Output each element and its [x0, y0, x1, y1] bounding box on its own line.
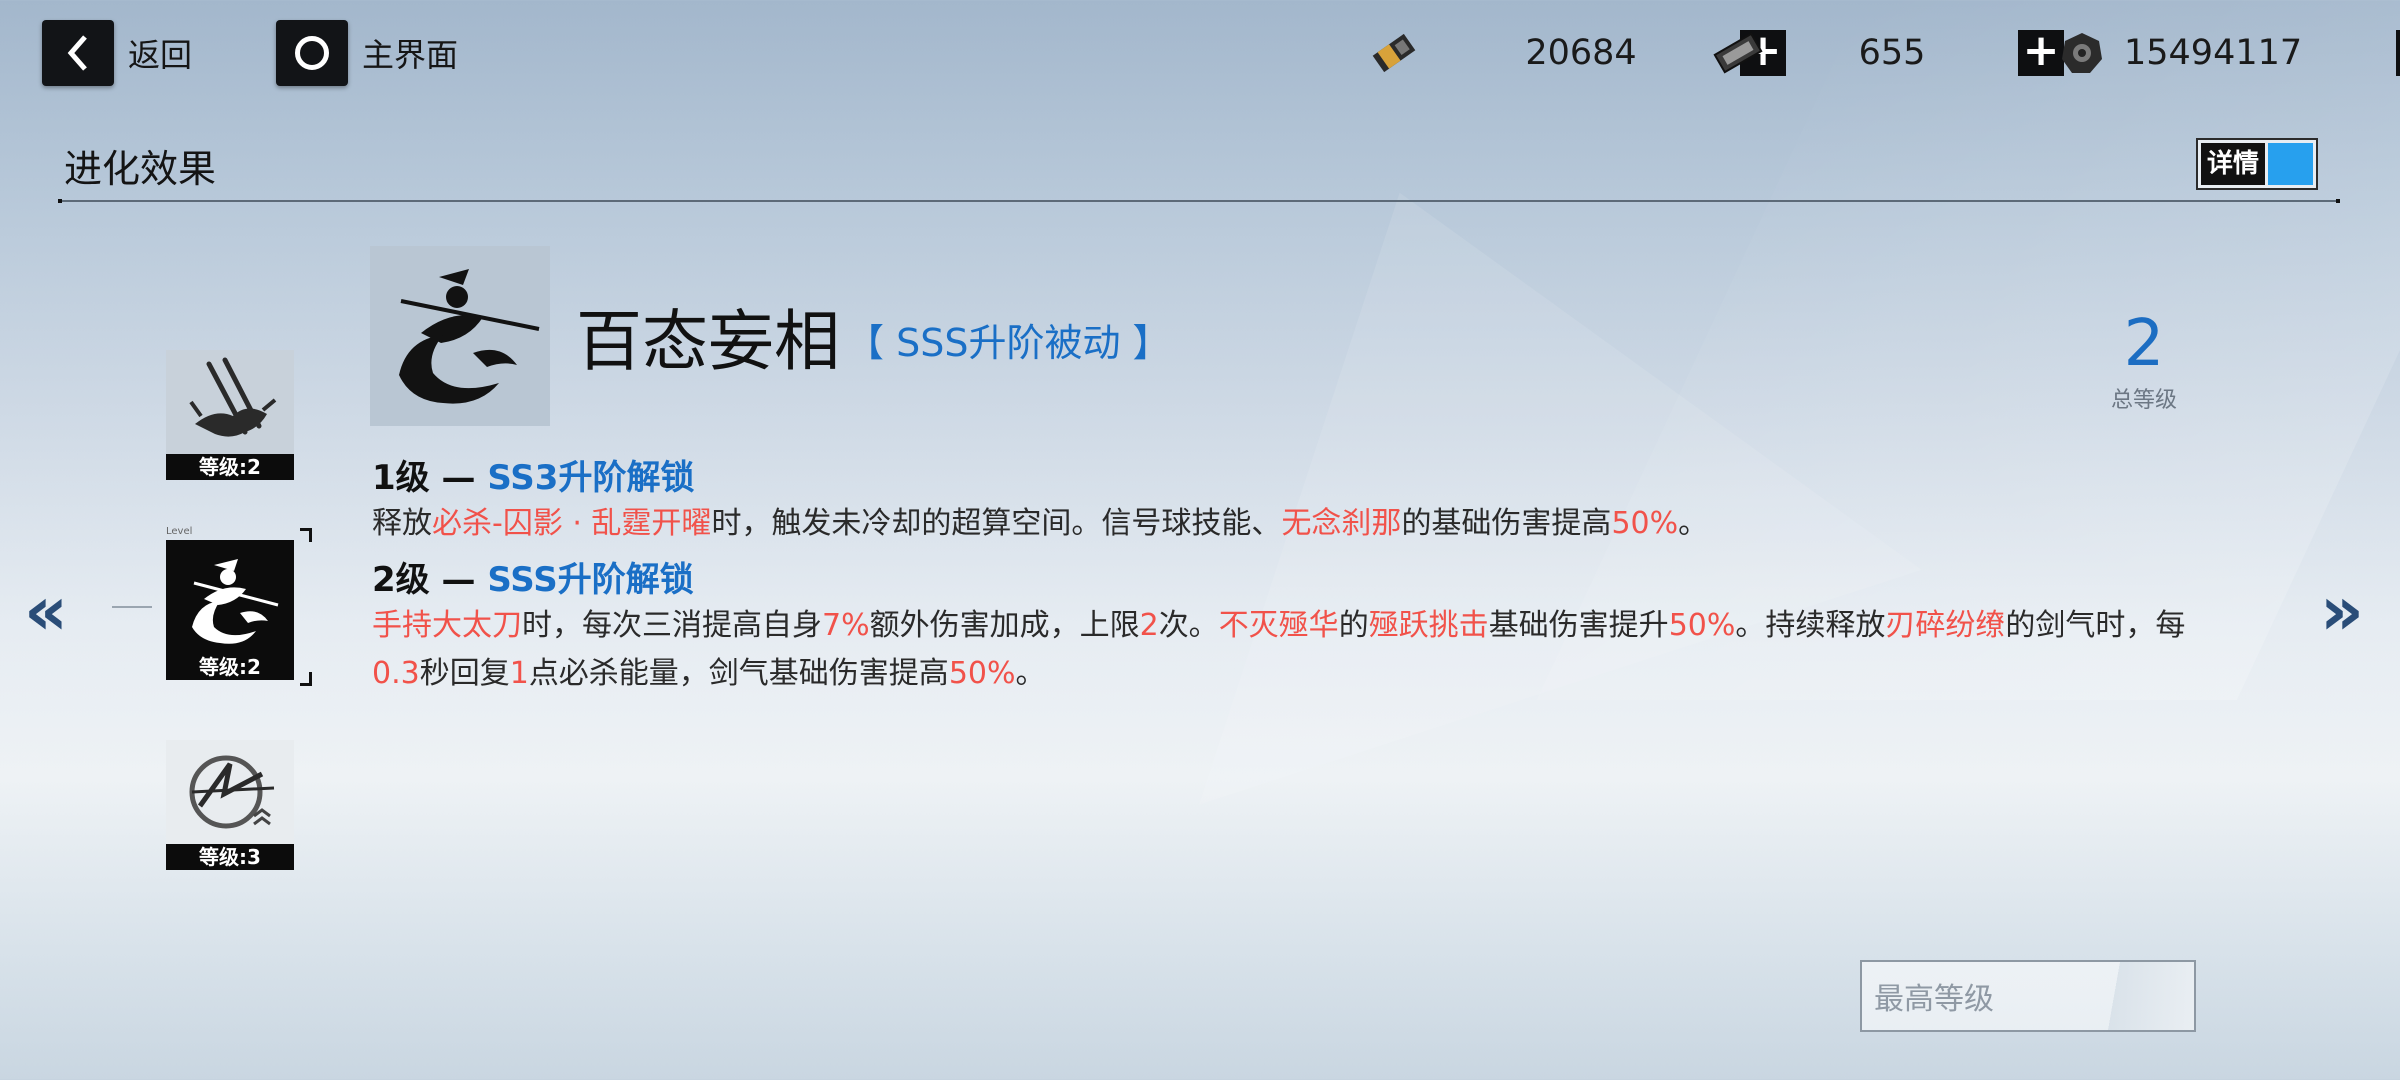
max-level-button[interactable]: 最高等级	[1860, 960, 2196, 1032]
swordsman-skill-icon	[166, 540, 294, 654]
level-heading-prefix: 2级 —	[372, 560, 488, 600]
desc-text: 的	[1338, 608, 1369, 643]
skill-name: 百态妄相	[576, 303, 840, 380]
desc-text: 。	[1015, 656, 1046, 691]
resource-value: 20684	[1525, 33, 1637, 73]
prev-skill-arrow-icon[interactable]: «	[24, 578, 68, 646]
desc-text: 基础伤害提升	[1488, 608, 1669, 643]
highlight-text: 不灭殛华	[1218, 608, 1339, 643]
detail-toggle-label: 详情	[2201, 143, 2266, 185]
selection-bracket	[300, 528, 312, 542]
back-button[interactable]: 返回	[42, 20, 192, 86]
resource-value: 655	[1858, 33, 1926, 73]
level-heading-unlock: SS3升阶解锁	[487, 458, 695, 498]
desc-text: 额外伤害加成，上限	[869, 608, 1140, 643]
skill-level-label: 等级:2	[166, 654, 294, 680]
highlight-text: 50%	[1668, 608, 1736, 643]
back-label: 返回	[128, 36, 193, 74]
swordsman-skill-icon-large	[370, 246, 550, 426]
desc-text: 点必杀能量，剑气基础伤害提高	[528, 656, 949, 691]
highlight-text: 必杀-囚影 · 乱霆开曜	[432, 506, 712, 541]
coin-icon	[2054, 25, 2110, 81]
highlight-text: 手持大太刀	[372, 608, 522, 643]
highlight-text: 50%	[1611, 506, 1679, 541]
resource-value: 15494117	[2124, 33, 2303, 73]
skill-level-label: 等级:3	[166, 844, 294, 870]
home-label: 主界面	[362, 36, 459, 74]
add-coin-button[interactable]: +	[2396, 30, 2400, 76]
total-level-label: 总等级	[2110, 388, 2177, 413]
total-level-value: 2	[2123, 307, 2165, 381]
selection-connector	[112, 606, 152, 608]
desc-text: 。持续释放	[1735, 608, 1886, 643]
desc-text: 的基础伤害提高	[1401, 506, 1612, 541]
background-shape	[1536, 0, 2400, 700]
selected-tag: Level	[166, 526, 193, 537]
next-skill-arrow-icon[interactable]: »	[2320, 578, 2364, 646]
resource-coin: 15494117 +	[2054, 22, 2400, 84]
highlight-text: 2	[1139, 608, 1159, 643]
toggle-indicator	[2268, 143, 2313, 185]
detail-toggle[interactable]: 详情	[2196, 138, 2318, 190]
skill-tag: 【 SSS升阶被动 】	[846, 321, 1171, 365]
section-title: 进化效果	[64, 147, 217, 191]
desc-text: 次。	[1158, 608, 1219, 643]
highlight-text: 50%	[948, 656, 1016, 691]
skill-level-label: 等级:2	[166, 454, 294, 480]
skill-list-item-selected[interactable]: 等级:2	[166, 540, 294, 680]
spear-skill-icon	[166, 350, 294, 454]
skill-list-item[interactable]: 等级:3	[166, 740, 294, 870]
highlight-text: 无念刹那	[1281, 506, 1402, 541]
chip-card-icon	[1710, 25, 1766, 81]
desc-text: 的剑气时，每	[2005, 608, 2186, 643]
resource-chip-card: 655 +	[1710, 22, 2064, 84]
level-heading-prefix: 1级 —	[372, 458, 488, 498]
highlight-text: 7%	[822, 608, 870, 643]
home-circle-icon	[276, 20, 348, 86]
section-divider	[58, 199, 2340, 203]
highlight-text: 0.3	[372, 656, 420, 691]
desc-text: 时，每次三消提高自身	[522, 608, 822, 643]
level-heading-unlock: SSS升阶解锁	[487, 560, 694, 600]
desc-text: 释放	[372, 506, 432, 541]
level-1-heading: 1级 — SS3升阶解锁	[372, 450, 694, 499]
level-2-description: 手持大太刀时，每次三消提高自身7%额外伤害加成，上限2次。不灭殛华的殛跃挑击基础…	[372, 602, 2192, 698]
back-arrow-icon	[42, 20, 114, 86]
highlight-text: 刃碎纷缭	[1885, 608, 2006, 643]
desc-text: 。	[1678, 506, 1709, 541]
home-button[interactable]: 主界面	[276, 20, 458, 86]
desc-text: 秒回复	[419, 656, 510, 691]
highlight-text: 殛跃挑击	[1368, 608, 1489, 643]
skill-list-item[interactable]: 等级:2	[166, 350, 294, 480]
selection-bracket	[300, 672, 312, 686]
level-2-heading: 2级 — SSS升阶解锁	[372, 552, 694, 601]
gold-ticket-icon	[1366, 25, 1422, 81]
desc-text: 时，触发未冷却的超算空间。信号球技能、	[711, 506, 1282, 541]
highlight-text: 1	[509, 656, 529, 691]
level-1-description: 释放必杀-囚影 · 乱霆开曜时，触发未冷却的超算空间。信号球技能、无念刹那的基础…	[372, 500, 2192, 548]
slash-emblem-skill-icon	[166, 740, 294, 844]
